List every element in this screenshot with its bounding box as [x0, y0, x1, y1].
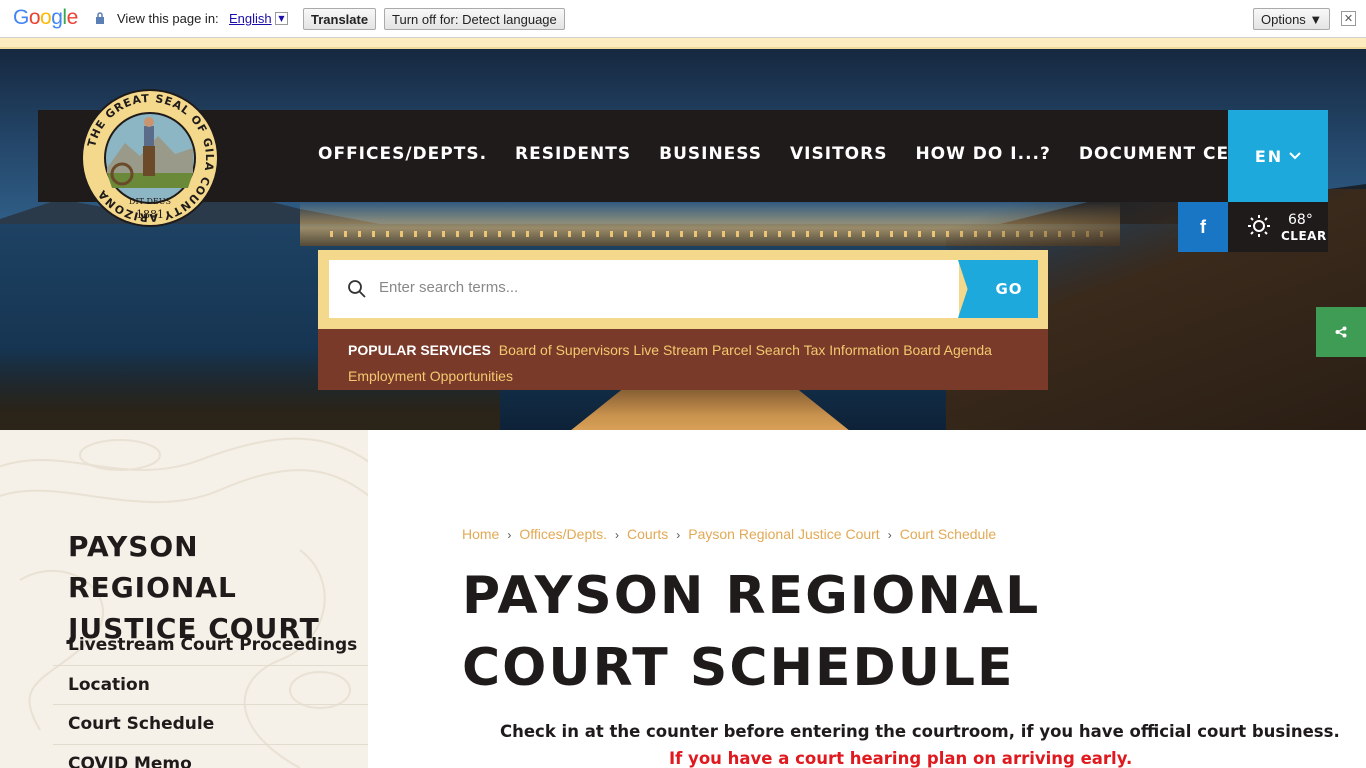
svg-text:DIT DEUS: DIT DEUS: [129, 197, 171, 206]
nav-visitors[interactable]: VISITORS: [790, 144, 887, 164]
breadcrumb-chevron-icon: ›: [615, 528, 620, 542]
search-input[interactable]: Enter search terms...: [329, 260, 959, 318]
search-go-button[interactable]: GO: [958, 260, 1038, 318]
chevron-down-icon: [1289, 152, 1301, 160]
translate-bar-stripe: [0, 38, 1366, 49]
breadcrumb-chevron-icon: ›: [676, 528, 681, 542]
county-seal-logo[interactable]: THE GREAT SEAL OF GILA COUNTY ARIZONA DI…: [80, 88, 220, 228]
nav-offices-depts[interactable]: OFFICES/DEPTS.: [318, 144, 487, 164]
breadcrumb-chevron-icon: ›: [507, 528, 512, 542]
popular-services: POPULAR SERVICES Board of Supervisors Li…: [318, 329, 1048, 390]
sidebar: PAYSON REGIONAL JUSTICE COURT Livestream…: [0, 430, 368, 768]
share-button[interactable]: [1316, 307, 1366, 357]
intro-alert-text: If you have a court hearing plan on arri…: [669, 749, 1133, 768]
share-icon: [1335, 326, 1347, 338]
weather-condition: CLEAR: [1281, 229, 1327, 243]
facebook-icon: f: [1200, 216, 1206, 237]
facebook-button[interactable]: f: [1178, 202, 1228, 252]
intro-text: Check in at the counter before entering …: [500, 722, 1340, 741]
nav-residents[interactable]: RESIDENTS: [515, 144, 631, 164]
main-nav: OFFICES/DEPTS. RESIDENTS BUSINESS VISITO…: [318, 144, 1312, 164]
popular-link-tax-information[interactable]: Tax Information: [804, 342, 900, 358]
language-button[interactable]: EN: [1228, 110, 1328, 202]
search-icon: [348, 280, 366, 298]
weather-widget: 68° CLEAR: [1228, 202, 1328, 252]
search-placeholder: Enter search terms...: [379, 279, 519, 296]
popular-link-live-stream[interactable]: Board of Supervisors Live Stream: [499, 342, 708, 358]
breadcrumb-chevron-icon: ›: [887, 528, 892, 542]
nav-business[interactable]: BUSINESS: [659, 144, 762, 164]
svg-text:1881: 1881: [136, 208, 164, 221]
sidebar-nav: Livestream Court Proceedings Location Co…: [53, 626, 368, 768]
nav-how-do-i[interactable]: HOW DO I...?: [915, 144, 1050, 164]
close-icon[interactable]: ✕: [1341, 11, 1356, 26]
breadcrumb-offices[interactable]: Offices/Depts.: [519, 526, 607, 542]
popular-link-parcel-search[interactable]: Parcel Search: [712, 342, 800, 358]
breadcrumb-courts[interactable]: Courts: [627, 526, 668, 542]
translate-bar: Google View this page in: English ▼ Tran…: [0, 0, 1366, 38]
sun-icon: [1248, 215, 1270, 237]
view-in-label: View this page in:: [117, 11, 219, 26]
language-dropdown-icon[interactable]: ▼: [275, 12, 288, 25]
breadcrumb: Home › Offices/Depts. › Courts › Payson Region…: [462, 526, 996, 542]
turn-off-button[interactable]: Turn off for: Detect language: [384, 8, 565, 30]
breadcrumb-home[interactable]: Home: [462, 526, 499, 542]
sidebar-item-covid-memo[interactable]: COVID Memo: [53, 745, 368, 768]
sidebar-item-livestream[interactable]: Livestream Court Proceedings: [53, 626, 368, 666]
options-button[interactable]: Options ▼: [1253, 8, 1331, 30]
weather-temperature: 68°: [1288, 212, 1313, 228]
breadcrumb-court-schedule[interactable]: Court Schedule: [900, 526, 997, 542]
popular-link-employment[interactable]: Employment Opportunities: [348, 368, 513, 384]
popular-link-board-agenda[interactable]: Board Agenda: [903, 342, 992, 358]
translate-button[interactable]: Translate: [303, 8, 377, 30]
popular-services-title: POPULAR SERVICES: [348, 342, 491, 358]
lock-icon: [96, 12, 104, 24]
sidebar-item-location[interactable]: Location: [53, 666, 368, 705]
language-label: EN: [1254, 146, 1284, 166]
google-logo: Google: [13, 6, 78, 29]
page-title: PAYSON REGIONAL COURT SCHEDULE: [462, 566, 1041, 698]
breadcrumb-payson-court[interactable]: Payson Regional Justice Court: [688, 526, 879, 542]
main-content: Home › Offices/Depts. › Courts › Payson Region…: [368, 430, 1366, 768]
sidebar-item-court-schedule[interactable]: Court Schedule: [53, 705, 368, 745]
language-link[interactable]: English: [229, 11, 272, 26]
